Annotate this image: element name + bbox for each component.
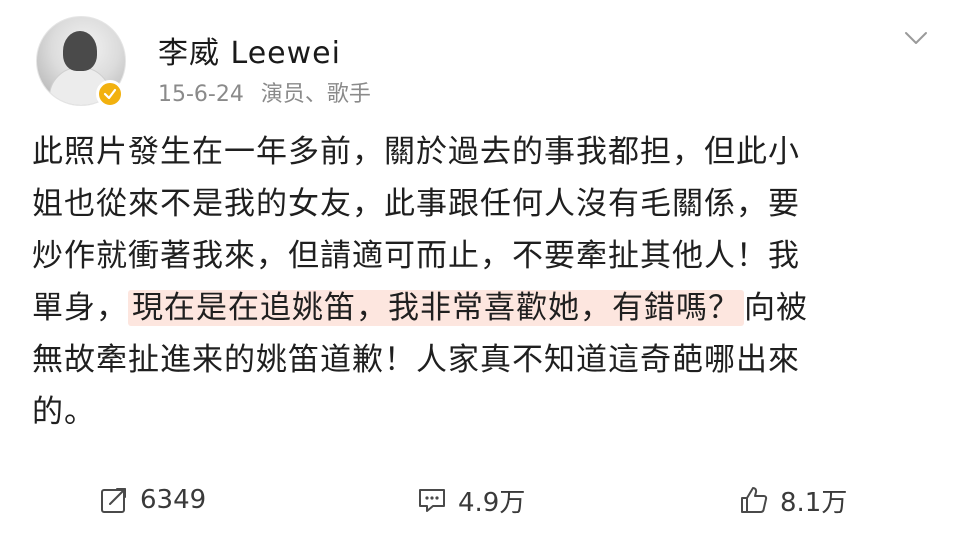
checkmark-icon xyxy=(103,88,117,100)
post-date: 15-6-24 xyxy=(158,82,244,107)
post-line: 無故牽扯進来的姚笛道歉！人家真不知道這奇葩哪出來 xyxy=(32,342,800,378)
user-tags: 演员、歌手 xyxy=(260,82,371,107)
highlighted-text: 現在是在追姚笛，我非常喜歡她，有錯嗎？ xyxy=(128,290,744,326)
repost-icon xyxy=(101,488,126,513)
username[interactable]: 李威 Leewei xyxy=(158,28,341,72)
repost-count: 6349 xyxy=(140,485,207,515)
comment-icon xyxy=(419,489,445,512)
post-text: 此照片發生在一年多前，關於過去的事我都担，但此小 姐也從來不是我的女友，此事跟任… xyxy=(32,126,932,438)
repost-button[interactable]: 6349 xyxy=(98,482,206,518)
verified-badge-icon xyxy=(96,80,124,108)
comment-button[interactable]: 4.9万 xyxy=(416,482,525,518)
like-button[interactable]: 8.1万 xyxy=(738,482,847,518)
post-meta: 15-6-24 演员、歌手 xyxy=(158,76,371,108)
comment-count: 4.9万 xyxy=(458,487,526,518)
post-line: 單身， 現在是在追姚笛，我非常喜歡她，有錯嗎？ 向被 xyxy=(32,282,932,334)
post-line: 的。 xyxy=(32,394,96,430)
post-line-segment: 單身， xyxy=(32,290,128,326)
post-line: 姐也從來不是我的女友，此事跟任何人沒有毛關係，要 xyxy=(32,186,800,222)
thumbs-up-icon xyxy=(741,487,768,513)
post-actions: 6349 4.9万 8.1万 xyxy=(0,468,960,536)
chevron-down-icon[interactable] xyxy=(900,22,932,54)
post-line: 此照片發生在一年多前，關於過去的事我都担，但此小 xyxy=(32,134,800,170)
post-line-segment: 向被 xyxy=(744,290,808,326)
post-header: 李威 Leewei 15-6-24 演员、歌手 xyxy=(0,0,960,120)
avatar-head-shape xyxy=(63,31,97,71)
post-line: 炒作就衝著我來，但請適可而止，不要牽扯其他人！我 xyxy=(32,238,800,274)
like-count: 8.1万 xyxy=(780,487,848,518)
